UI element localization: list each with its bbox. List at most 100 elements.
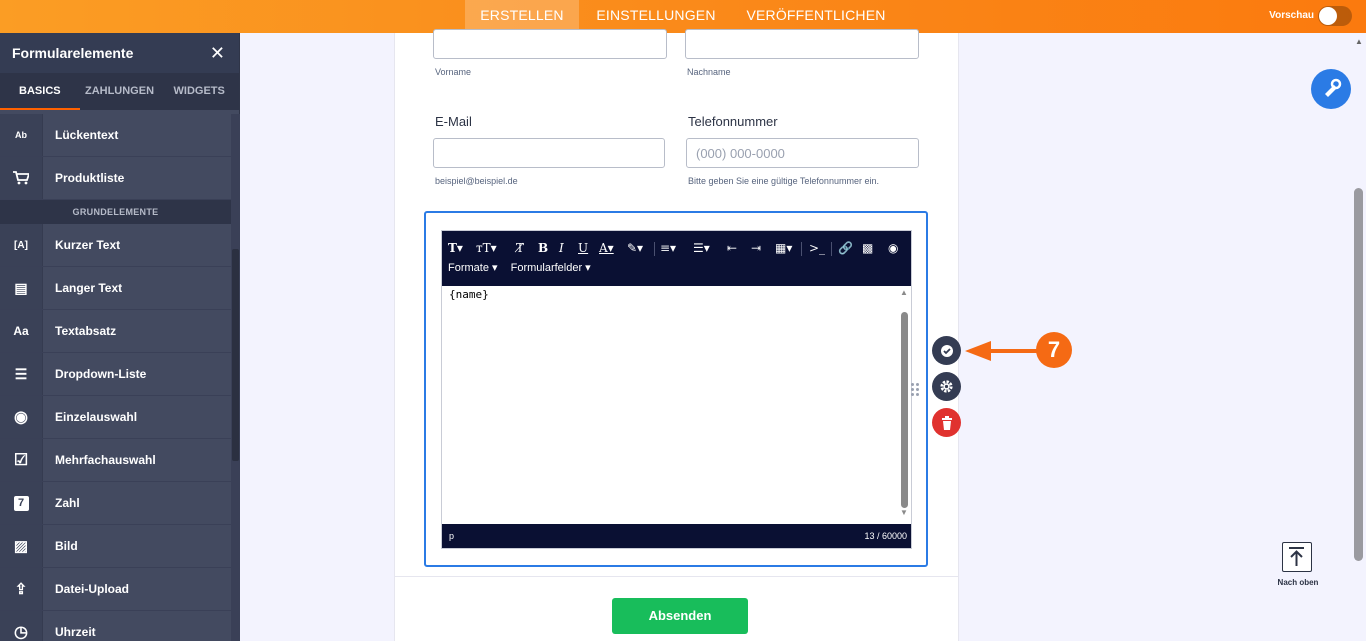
sidebar-item-label: Bild (55, 539, 78, 553)
sidebar-item-lueckentext[interactable]: Ab Lückentext (0, 114, 231, 157)
editor-toolbar: T▾ тT▾ T̸ B I U A▾ ✎▾ ≡▾ ☰▾ ⇤ ⇥ ▦▾ >_ 🔗 … (442, 231, 911, 286)
sidebar-item-datei-upload[interactable]: ⇪ Datei-Upload (0, 568, 231, 611)
sidebar-item-label: Textabsatz (55, 324, 117, 338)
sidebar-item-label: Zahl (55, 496, 80, 510)
rich-text-field[interactable]: T▾ тT▾ T̸ B I U A▾ ✎▾ ≡▾ ☰▾ ⇤ ⇥ ▦▾ >_ 🔗 … (424, 211, 928, 567)
rich-text-editor[interactable]: T▾ тT▾ T̸ B I U A▾ ✎▾ ≡▾ ☰▾ ⇤ ⇥ ▦▾ >_ 🔗 … (441, 230, 912, 549)
sidebar-item-label: Dropdown-Liste (55, 367, 147, 381)
scroll-up-icon[interactable]: ▲ (900, 288, 908, 297)
preview-toggle[interactable] (1318, 6, 1352, 26)
delete-button[interactable] (932, 408, 961, 437)
page-scrollbar[interactable]: ▲ (1352, 33, 1366, 641)
sidebar-item-label: Uhrzeit (55, 625, 96, 639)
drag-handle-icon[interactable] (911, 383, 919, 397)
font-family-icon[interactable]: T▾ (448, 241, 463, 255)
underline-icon[interactable]: U (578, 241, 588, 255)
sidebar-item-einzelauswahl[interactable]: ◉ Einzelauswahl (0, 396, 231, 439)
image-icon: ▨ (0, 525, 43, 567)
indent-icon[interactable]: ⇥ (751, 241, 761, 255)
link-icon[interactable]: 🔗 (838, 241, 853, 255)
back-to-top-button[interactable] (1282, 542, 1312, 572)
editor-scrollbar[interactable]: ▲ ▼ (897, 286, 911, 524)
sidebar-item-produktliste[interactable]: Produktliste (0, 157, 231, 200)
short-text-icon: [A] (0, 224, 43, 266)
sidebar-title: Formularelemente (12, 45, 134, 61)
sidebar-item-zahl[interactable]: 7 Zahl (0, 482, 231, 525)
number-glyph: 7 (13, 495, 29, 511)
gear-icon (940, 380, 953, 393)
scroll-down-icon[interactable]: ▼ (900, 508, 908, 517)
toolbar-menus: Formate ▾ Formularfelder ▾ (448, 261, 591, 274)
sidebar-item-mehrfachauswahl[interactable]: ☑ Mehrfachauswahl (0, 439, 231, 482)
dropdown-icon: ☰ (0, 353, 43, 395)
bold-icon[interactable]: B (538, 241, 548, 255)
phone-placeholder: (000) 000-0000 (696, 146, 785, 161)
editor-scroll-thumb[interactable] (901, 312, 908, 508)
submit-button[interactable]: Absenden (612, 598, 748, 634)
arrow-up-icon (1289, 547, 1304, 566)
clear-format-icon[interactable]: T̸ (516, 241, 524, 255)
sidebar-item-kurzer-text[interactable]: [A] Kurzer Text (0, 224, 231, 267)
paint-roller-icon (1325, 78, 1342, 97)
sidebar-item-label: Datei-Upload (55, 582, 130, 596)
sidebar-item-dropdown[interactable]: ☰ Dropdown-Liste (0, 353, 231, 396)
fill-in-blank-icon: Ab (0, 114, 43, 156)
editor-statusbar: p 13 / 60000 (442, 524, 911, 548)
tab-zahlungen[interactable]: ZAHLUNGEN (80, 73, 160, 110)
phone-label: Telefonnummer (688, 114, 778, 129)
outdent-icon[interactable]: ⇤ (727, 241, 737, 255)
sidebar-item-label: Produktliste (55, 171, 125, 185)
page-scroll-up-icon[interactable]: ▲ (1355, 37, 1363, 46)
section-grundelemente: GRUNDELEMENTE (0, 200, 231, 224)
tab-widgets[interactable]: WIDGETS (159, 73, 239, 110)
text-color-icon[interactable]: A▾ (599, 241, 614, 255)
code-icon[interactable]: >_ (809, 241, 825, 255)
editor-content-area[interactable]: {name} ▲ ▼ (442, 286, 911, 524)
sidebar-scrollbar[interactable] (231, 114, 240, 641)
upload-icon: ⇪ (0, 568, 43, 610)
email-sublabel: beispiel@beispiel.de (435, 176, 518, 186)
radio-icon: ◉ (0, 396, 43, 438)
sidebar-item-bild[interactable]: ▨ Bild (0, 525, 231, 568)
preview-eye-icon[interactable]: ◉ (888, 241, 898, 255)
close-icon[interactable]: ✕ (210, 43, 225, 64)
top-bar: ERSTELLEN EINSTELLUNGEN VERÖFFENTLICHEN … (0, 0, 1366, 33)
last-name-input[interactable] (685, 29, 919, 59)
sidebar-item-label: Langer Text (55, 281, 123, 295)
toolbar-separator (801, 242, 802, 256)
page-scroll-thumb[interactable] (1354, 188, 1363, 561)
list-icon[interactable]: ☰▾ (693, 241, 710, 255)
email-field[interactable] (433, 138, 665, 168)
settings-button[interactable] (932, 372, 961, 401)
italic-icon[interactable]: I (559, 241, 564, 255)
editor-content[interactable]: {name} (449, 288, 489, 301)
formats-menu[interactable]: Formate ▾ (448, 262, 498, 274)
tab-basics[interactable]: BASICS (0, 73, 80, 110)
table-icon[interactable]: ▦▾ (775, 241, 792, 255)
char-counter: 13 / 60000 (864, 531, 907, 541)
highlight-icon[interactable]: ✎▾ (627, 241, 643, 255)
last-name-sublabel: Nachname (687, 67, 731, 77)
trash-icon (941, 415, 952, 430)
confirm-button[interactable] (932, 336, 961, 365)
long-text-icon: ▤ (0, 267, 43, 309)
sidebar-item-uhrzeit[interactable]: ◷ Uhrzeit (0, 611, 231, 641)
sidebar-item-textabsatz[interactable]: Aa Textabsatz (0, 310, 231, 353)
align-icon[interactable]: ≡▾ (660, 241, 676, 255)
first-name-input[interactable] (433, 29, 667, 59)
sidebar-item-label: Mehrfachauswahl (55, 453, 156, 467)
sidebar-header: Formularelemente ✕ (0, 33, 239, 73)
sidebar-scroll-thumb[interactable] (232, 249, 239, 461)
toolbar-separator (831, 242, 832, 256)
element-path: p (449, 531, 455, 541)
designer-fab[interactable] (1311, 69, 1351, 109)
toolbar-separator (654, 242, 655, 256)
phone-field[interactable]: (000) 000-0000 (686, 138, 919, 168)
font-size-icon[interactable]: тT▾ (476, 241, 497, 255)
check-circle-icon (940, 344, 953, 357)
form-fields-menu[interactable]: Formularfelder ▾ (511, 262, 591, 274)
image-insert-icon[interactable]: ▩ (862, 241, 873, 255)
phone-sublabel: Bitte geben Sie eine gültige Telefonnumm… (688, 176, 879, 186)
sidebar-item-label: Einzelauswahl (55, 410, 138, 424)
sidebar-item-langer-text[interactable]: ▤ Langer Text (0, 267, 231, 310)
